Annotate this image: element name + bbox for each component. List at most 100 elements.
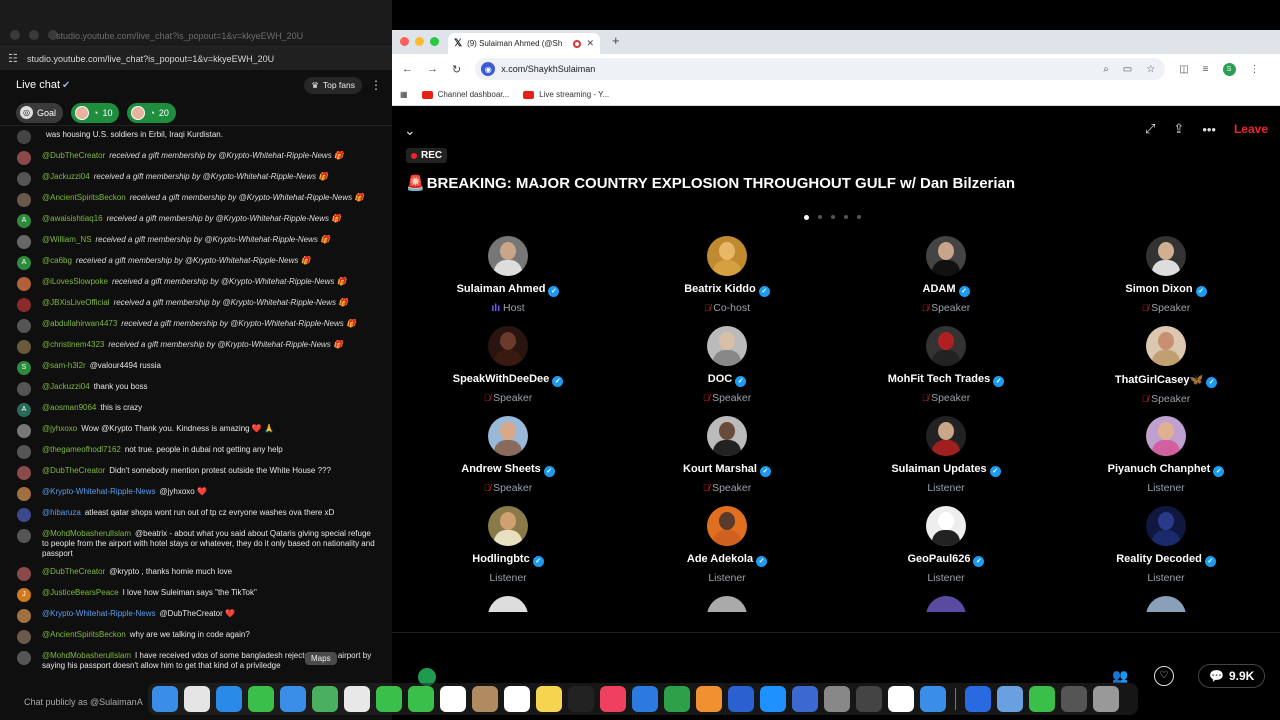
participant[interactable]: ThatGirlCasey🦋 ✓ 🎙̸ Speaker (1066, 326, 1266, 405)
chat-author[interactable]: @jyhxoxo (42, 424, 77, 433)
close-tab-icon[interactable]: ✕ (586, 38, 594, 49)
avatar[interactable] (488, 416, 528, 456)
fullscreen-icon[interactable]: ⤢ (1145, 121, 1155, 137)
avatar[interactable]: S (17, 361, 31, 375)
avatar[interactable] (488, 236, 528, 276)
participant-partial[interactable] (627, 596, 827, 612)
tab-x-space[interactable]: 𝕏 (9) Sulaiman Ahmed (@Sh ✕ (448, 33, 600, 54)
facetime-dock-icon[interactable] (376, 686, 402, 712)
goal-a-pill[interactable]: ◔ 10 (71, 102, 120, 123)
avatar[interactable] (17, 130, 31, 144)
chat-author[interactable]: @AncientSpiritsBeckon (42, 630, 126, 639)
participant[interactable]: DOC ✓ 🎙̸ Speaker (627, 326, 827, 404)
participant[interactable]: Sulaiman Updates ✓ Listener (846, 416, 1046, 494)
quicktime-dock-icon[interactable] (997, 686, 1023, 712)
chat-author[interactable]: @awaisishtiaq16 (42, 214, 103, 223)
goal-button[interactable]: ◎ Goal (16, 102, 64, 123)
chat-message[interactable]: @Jackuzzi04 thank you boss (0, 378, 392, 399)
testflight-dock-icon[interactable] (728, 686, 754, 712)
chat-message[interactable]: A @awaisishtiaq16 received a gift membersh… (0, 210, 392, 231)
avatar[interactable] (17, 340, 31, 354)
site-settings-icon[interactable]: ☷ (8, 52, 18, 65)
avatar[interactable]: J (17, 588, 31, 602)
participant[interactable]: Sulaiman Ahmed ✓ ılı Host (408, 236, 608, 314)
more-options-icon[interactable]: ⋮ (370, 78, 382, 92)
reminders-dock-icon[interactable] (504, 686, 530, 712)
back-icon[interactable]: ← (402, 63, 413, 75)
avatar[interactable] (17, 277, 31, 291)
forward-icon[interactable]: → (427, 63, 438, 75)
chat-message[interactable]: @Krypto-Whitehat-Ripple-News @jyhxoxo ❤️ (0, 483, 392, 504)
participants-pager[interactable] (804, 215, 861, 220)
avatar[interactable] (707, 416, 747, 456)
leave-button[interactable]: Leave (1234, 122, 1268, 136)
avatar[interactable] (17, 487, 31, 501)
mail-dock-icon[interactable] (280, 686, 306, 712)
whatsapp-dock-icon[interactable] (1029, 686, 1055, 712)
chat-message[interactable]: @hibaruza atleast qatar shops wont run ou… (0, 504, 392, 525)
pages-dock-icon[interactable] (696, 686, 722, 712)
chat-author[interactable]: @iLovesSlowpoke (42, 277, 108, 286)
app-store-dock-icon[interactable] (760, 686, 786, 712)
chat-message[interactable]: @jyhxoxo Wow @Krypto Thank you. Kindness … (0, 420, 392, 441)
avatar[interactable] (926, 506, 966, 546)
avatar[interactable] (17, 319, 31, 333)
chat-message[interactable]: @abdullahirwan4473 received a gift member… (0, 315, 392, 336)
chat-message[interactable]: @William_NS received a gift membership by… (0, 231, 392, 252)
chat-message[interactable]: A @ca6bg received a gift membership by @Kr… (0, 252, 392, 273)
avatar[interactable] (926, 326, 966, 366)
avatar[interactable] (17, 466, 31, 480)
avatar[interactable] (17, 298, 31, 312)
chat-messages[interactable]: was housing U.S. soldiers in Erbil, Iraq… (0, 126, 392, 686)
chat-author[interactable]: @MohdMobasherulIslam (42, 651, 131, 660)
participant[interactable]: SpeakWithDeeDee ✓ 🎙̸ Speaker (408, 326, 608, 404)
chat-author[interactable]: @DubTheCreator (42, 567, 105, 576)
chat-message[interactable]: @christinem4323 received a gift membershi… (0, 336, 392, 357)
participant[interactable]: Piyanuch Chanphet ✓ Listener (1066, 416, 1266, 494)
bookmark-live-streaming[interactable]: Live streaming - Y... (523, 90, 609, 99)
chat-author[interactable]: @thegameofhodl7162 (42, 445, 121, 454)
yt-url[interactable]: studio.youtube.com/live_chat?is_popout=1… (27, 54, 274, 64)
photos-dock-icon[interactable] (344, 686, 370, 712)
numbers-dock-icon[interactable] (664, 686, 690, 712)
chat-message[interactable]: @AncientSpiritsBeckon received a gift mem… (0, 189, 392, 210)
system-settings-dock-icon[interactable] (824, 686, 850, 712)
avatar[interactable] (926, 416, 966, 456)
participant[interactable]: ADAM ✓ 🎙̸ Speaker (846, 236, 1046, 314)
chat-message[interactable]: @MohdMobasherulIslam @beatrix - about wha… (0, 525, 392, 563)
participant[interactable]: Hodlingbtc ✓ Listener (408, 506, 608, 584)
chat-author[interactable]: @JBXisLiveOfficial (42, 298, 110, 307)
reaction-heart-icon[interactable]: ♡ (1154, 666, 1174, 686)
apps-grid-icon[interactable]: ▦ (400, 90, 408, 99)
preview-dock-icon[interactable] (792, 686, 818, 712)
participant[interactable]: GeoPaul626 ✓ Listener (846, 506, 1046, 584)
chat-author[interactable]: @William_NS (42, 235, 91, 244)
participant[interactable]: Beatrix Kiddo ✓ 🎙̸ Co-host (627, 236, 827, 314)
avatar[interactable] (926, 596, 966, 612)
chat-author[interactable]: @Jackuzzi04 (42, 382, 90, 391)
avatar[interactable] (17, 193, 31, 207)
participant[interactable]: MohFit Tech Trades ✓ 🎙̸ Speaker (846, 326, 1046, 404)
new-tab-button[interactable]: + (612, 33, 620, 48)
trash-dock-icon[interactable] (1093, 686, 1119, 712)
chat-message[interactable]: @DubTheCreator Didn't somebody mention pr… (0, 462, 392, 483)
avatar[interactable]: A (17, 403, 31, 417)
avatar[interactable] (1146, 506, 1186, 546)
activity-dock-icon[interactable] (856, 686, 882, 712)
avatar[interactable] (17, 609, 31, 623)
chat-author[interactable]: @Krypto-Whitehat-Ripple-News (42, 487, 156, 496)
chat-author[interactable]: @christinem4323 (42, 340, 104, 349)
bookmark-star-icon[interactable]: ☆ (1146, 64, 1155, 75)
photos2-dock-icon[interactable] (1061, 686, 1087, 712)
avatar[interactable] (17, 172, 31, 186)
chrome-dock-icon[interactable] (888, 686, 914, 712)
chat-author[interactable]: @JusticeBearsPeace (42, 588, 119, 597)
chat-author[interactable]: @sam-h3l2r (42, 361, 86, 370)
chat-author[interactable]: @DubTheCreator (42, 466, 105, 475)
avatar[interactable] (926, 236, 966, 276)
chat-message[interactable]: A @aosman9064 this is crazy (0, 399, 392, 420)
reload-icon[interactable]: ↻ (452, 63, 461, 76)
tv-dock-icon[interactable] (568, 686, 594, 712)
chrome-menu-icon[interactable]: ⋮ (1250, 64, 1260, 75)
site-info-icon[interactable]: ◉ (481, 62, 496, 76)
